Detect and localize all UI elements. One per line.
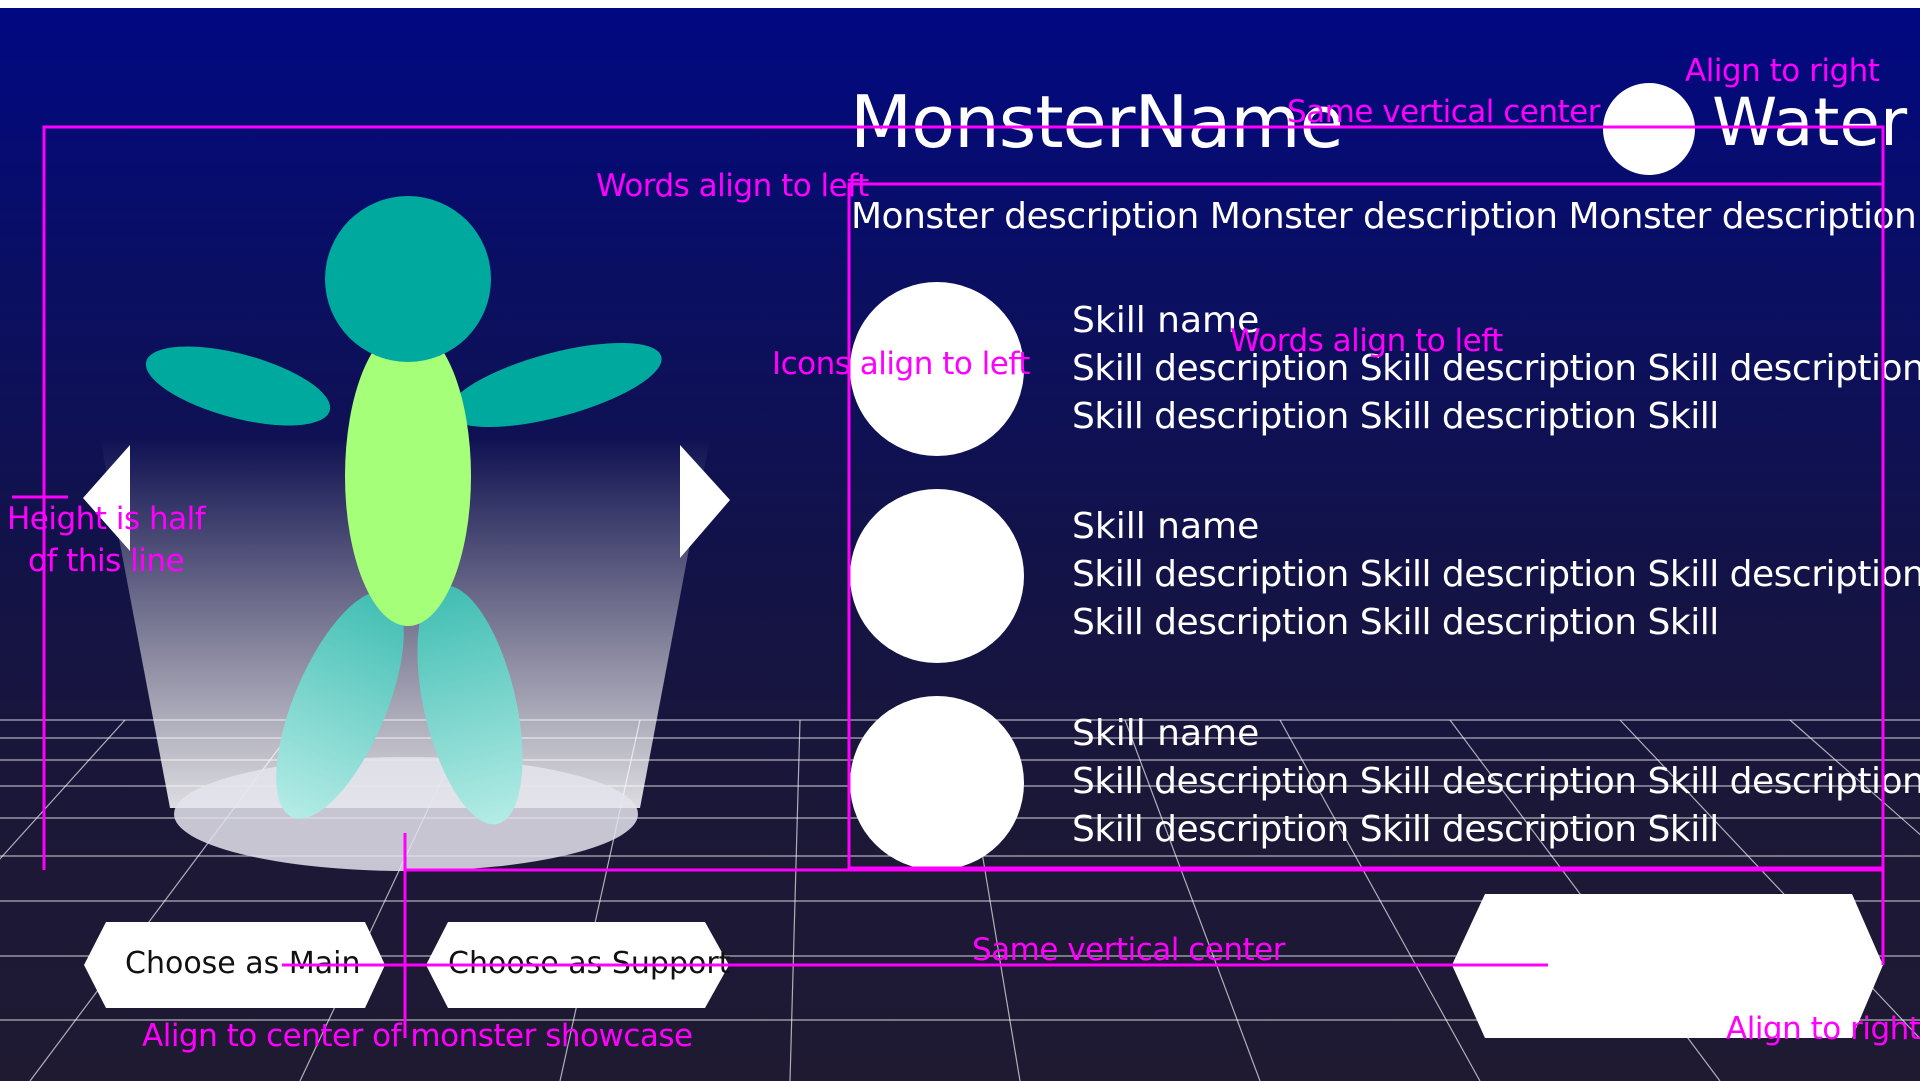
annotation-label: Icons align to left bbox=[772, 346, 1030, 382]
annotation-label: Height is half bbox=[7, 501, 206, 537]
annotation-label: Align to right bbox=[1726, 1011, 1920, 1047]
annotation-label: Words align to left bbox=[1230, 323, 1503, 359]
annotation-label: Words align to left bbox=[596, 168, 869, 204]
monster-select-screen: MonsterName Water Monster description Mo… bbox=[0, 8, 1920, 1081]
annotation-label: Same vertical center bbox=[1287, 94, 1600, 130]
annotation-guides bbox=[12, 125, 1885, 1038]
annotation-label: of this line bbox=[28, 543, 185, 579]
annotation-label: Align to right bbox=[1685, 53, 1880, 89]
annotation-label: Same vertical center bbox=[972, 932, 1285, 968]
annotation-label: Align to center of monster showcase bbox=[142, 1018, 693, 1054]
